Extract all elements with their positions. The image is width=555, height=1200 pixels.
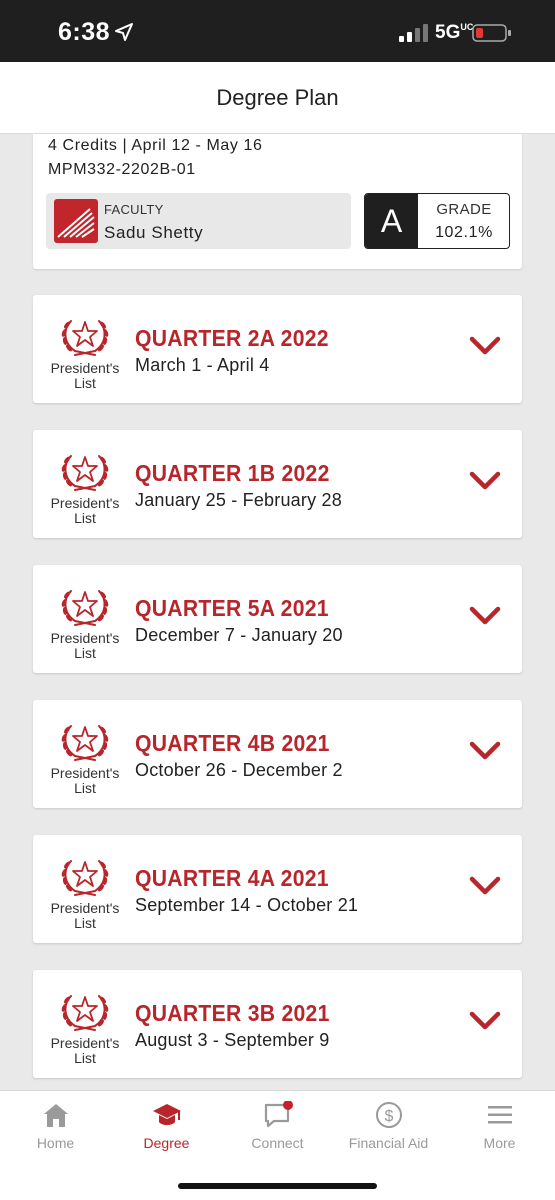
nav-header: Degree Plan [0,62,555,134]
dollar-icon: $ [375,1102,402,1128]
faculty-box[interactable]: FACULTY Sadu Shetty [46,193,351,249]
tab-label-degree: Degree [143,1135,190,1151]
presidents-list-wreath-icon [61,860,109,896]
chevron-down-icon[interactable] [469,740,501,762]
presidents-list-wreath-icon [61,455,109,491]
tab-label-more: More [483,1135,516,1151]
grade-value: 102.1% [435,224,493,241]
quarter-dates: September 14 - October 21 [135,895,359,915]
tab-label-connect: Connect [251,1135,304,1151]
presidents-list-label: President's List [50,900,120,931]
chevron-down-icon[interactable] [469,1010,501,1032]
quarter-dates: January 25 - February 28 [135,490,342,510]
tab-label-financial-aid: Financial Aid [348,1135,429,1151]
quarter-card[interactable]: President's List QUARTER 4B 2021 October… [33,700,522,808]
presidents-list-wreath-icon [61,320,109,356]
quarter-card[interactable]: President's List QUARTER 2A 2022 March 1… [33,295,522,403]
presidents-list-wreath-icon [61,725,109,761]
quarter-card[interactable]: President's List QUARTER 4A 2021 Septemb… [33,835,522,943]
grade-box: A GRADE 102.1% [364,193,510,249]
course-card[interactable]: 4 Credits | April 12 - May 16 MPM332-220… [33,134,522,269]
quarter-dates: October 26 - December 2 [135,760,343,780]
presidents-list-label: President's List [50,630,120,661]
chevron-down-icon[interactable] [469,605,501,627]
presidents-list-badge: President's List [43,718,127,798]
quarter-card[interactable]: President's List QUARTER 3B 2021 August … [33,970,522,1078]
quarter-card[interactable]: President's List QUARTER 5A 2021 Decembe… [33,565,522,673]
quarter-title: QUARTER 2A 2022 [135,325,329,351]
presidents-list-wreath-icon [61,590,109,626]
quarter-dates: August 3 - September 9 [135,1030,330,1050]
tab-home[interactable]: Home [0,1101,111,1161]
course-code: MPM332-2202B-01 [48,161,196,178]
faculty-label: FACULTY [104,202,164,217]
faculty-logo-icon [54,199,98,243]
tab-degree[interactable]: Degree [111,1101,222,1161]
course-credits-dates: 4 Credits | April 12 - May 16 [48,137,263,154]
presidents-list-label: President's List [50,765,120,796]
signal-icon [399,24,428,42]
presidents-list-label: President's List [50,1035,120,1066]
tab-financial-aid[interactable]: $ Financial Aid [333,1101,444,1161]
presidents-list-badge: President's List [43,853,127,933]
presidents-list-badge: President's List [43,583,127,663]
home-icon [43,1104,68,1127]
page-title: Degree Plan [216,85,339,110]
chevron-down-icon[interactable] [469,470,501,492]
quarter-card[interactable]: President's List QUARTER 1B 2022 January… [33,430,522,538]
network-type: 5GUC [435,22,474,43]
tab-more[interactable]: More [444,1101,555,1161]
quarter-dates: March 1 - April 4 [135,355,270,375]
presidents-list-badge: President's List [43,988,127,1068]
quarter-title: QUARTER 4A 2021 [135,865,329,891]
tab-connect[interactable]: Connect [222,1101,333,1161]
svg-text:$: $ [384,1108,393,1125]
presidents-list-label: President's List [50,360,120,391]
chevron-down-icon[interactable] [469,335,501,357]
quarter-title: QUARTER 1B 2022 [135,460,330,486]
quarter-title: QUARTER 5A 2021 [135,595,329,621]
quarter-title: QUARTER 4B 2021 [135,730,330,756]
presidents-list-badge: President's List [43,313,127,393]
quarter-dates: December 7 - January 20 [135,625,343,645]
quarter-title: QUARTER 3B 2021 [135,1000,330,1026]
status-bar: 6:38 5GUC [0,0,555,62]
chevron-down-icon[interactable] [469,875,501,897]
presidents-list-badge: President's List [43,448,127,528]
grade-letter: A [365,194,418,248]
faculty-name: Sadu Shetty [104,223,204,242]
home-indicator [178,1183,377,1189]
battery-icon [472,24,511,42]
tab-label-home: Home [36,1135,75,1151]
presidents-list-wreath-icon [61,995,109,1031]
graduation-cap-icon [152,1104,181,1125]
location-arrow-icon [115,23,133,41]
grade-label: GRADE [436,201,492,218]
course-meta: 4 Credits | April 12 - May 16 MPM332-220… [48,134,263,182]
menu-icon [487,1106,512,1124]
status-time: 6:38 [58,18,111,46]
presidents-list-label: President's List [50,495,120,526]
chat-icon [264,1101,293,1128]
